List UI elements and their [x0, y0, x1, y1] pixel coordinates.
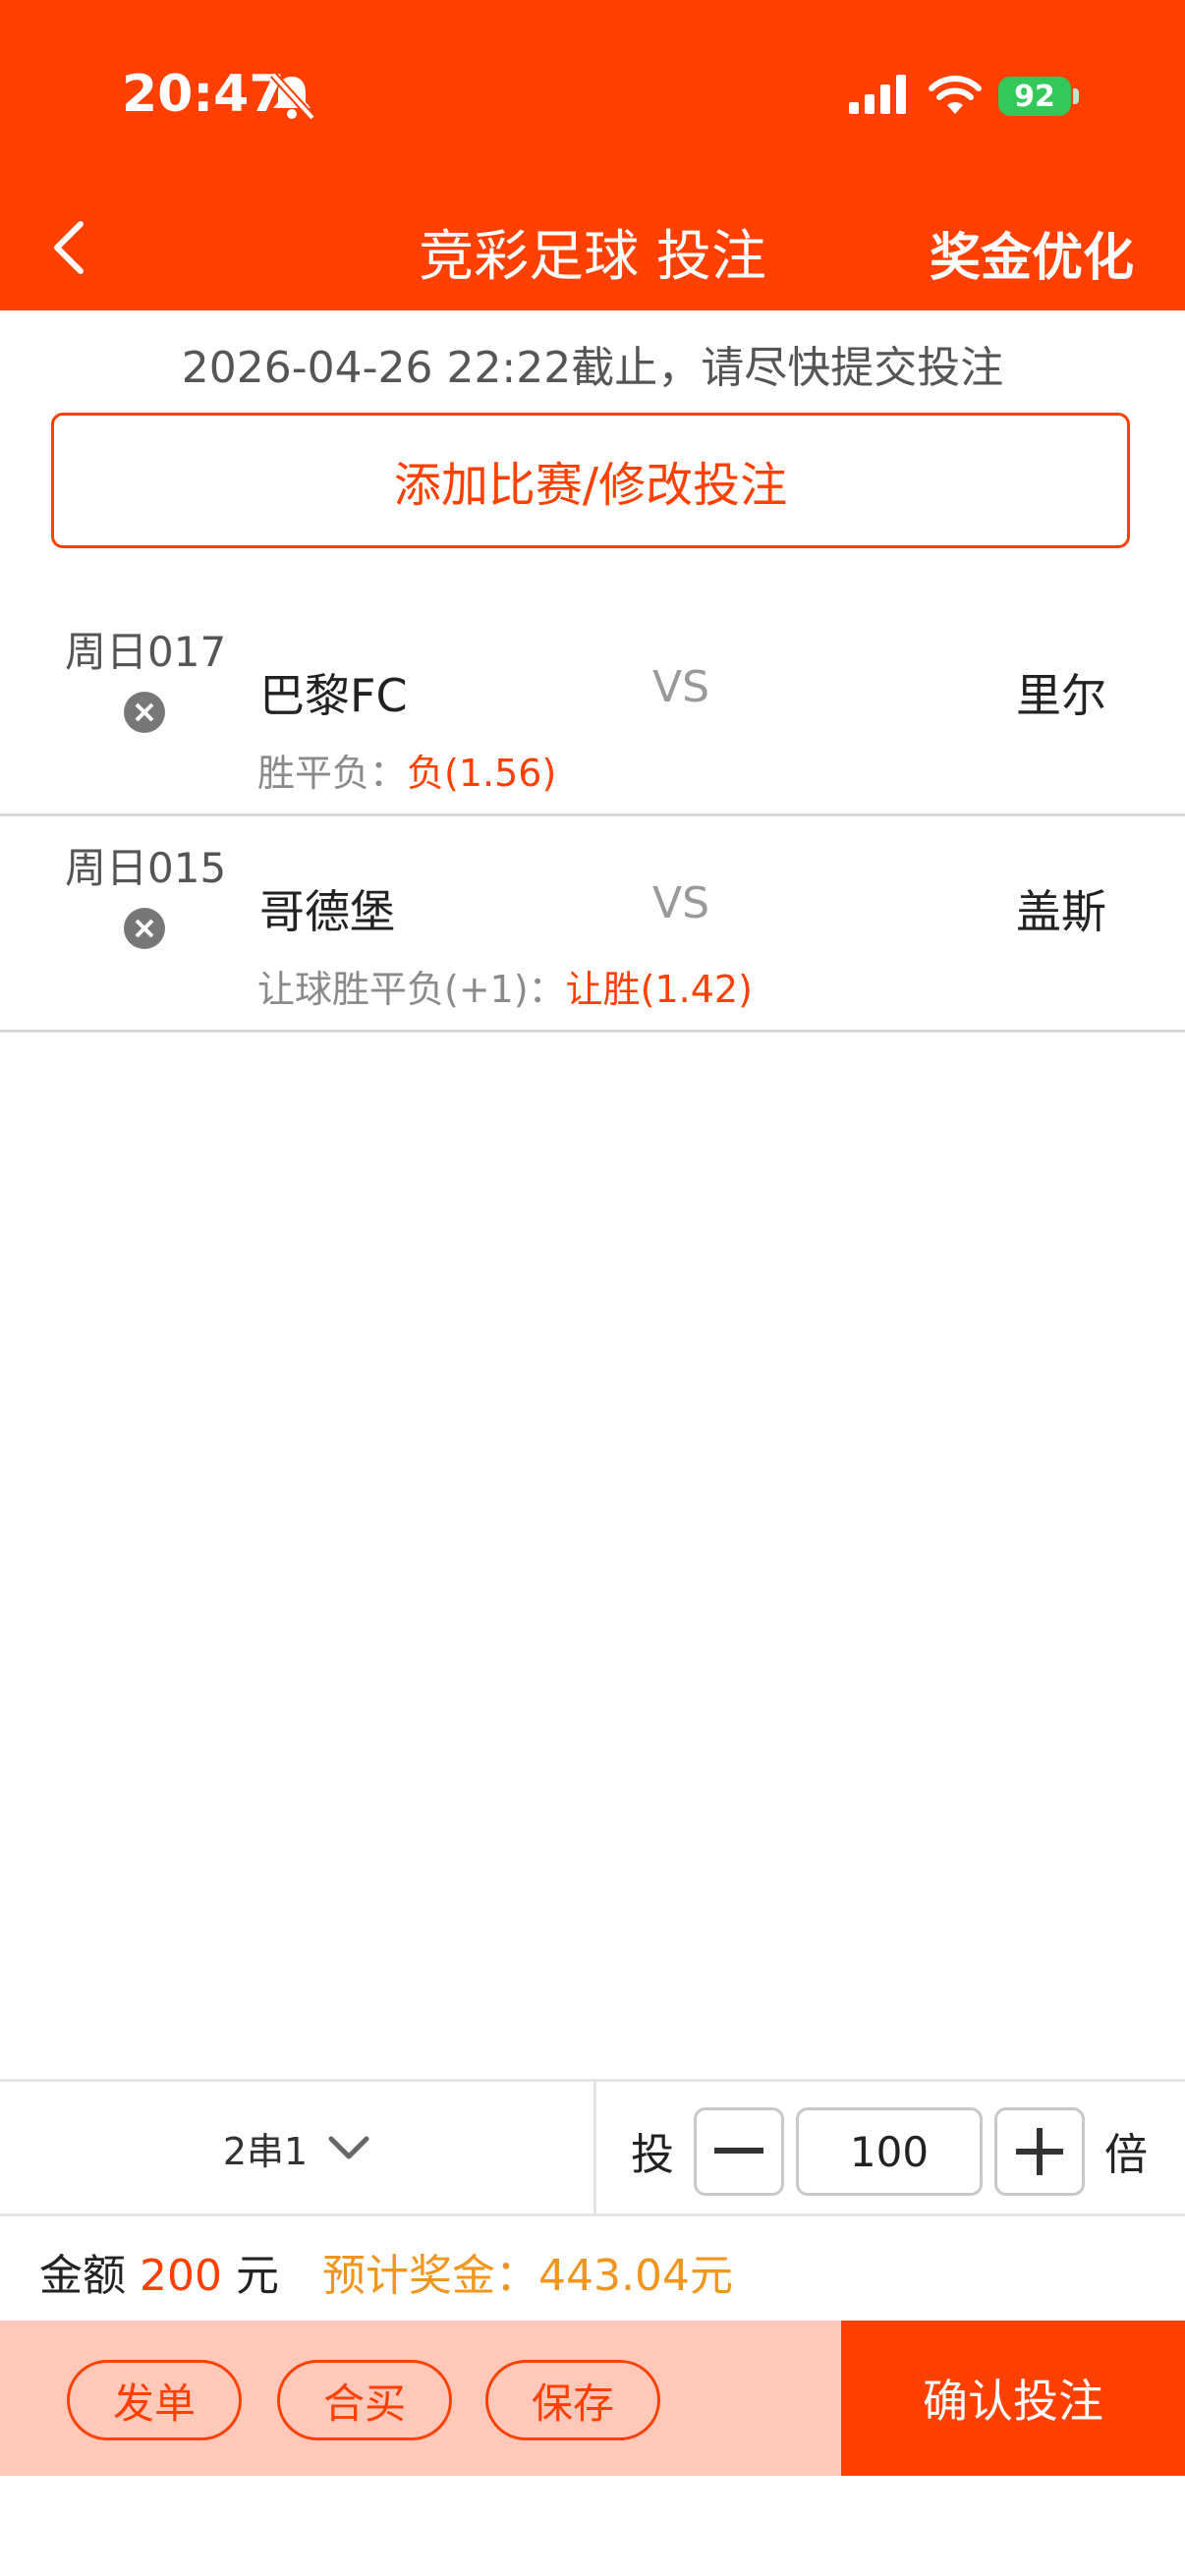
publish-button[interactable]: 发单 — [67, 2360, 242, 2440]
bell-muted-icon — [270, 72, 315, 121]
save-button[interactable]: 保存 — [485, 2360, 660, 2440]
group-buy-button[interactable]: 合买 — [277, 2360, 452, 2440]
play-type-label: 胜平负： — [257, 752, 408, 795]
multiplier-suffix: 倍 — [1104, 2130, 1148, 2180]
page-title-text: 竞彩足球 投注 — [419, 225, 766, 289]
away-team: 里尔 — [1016, 669, 1106, 722]
status-time: 20:47 — [122, 65, 285, 124]
play-type: 胜平负：负(1.56) — [257, 743, 556, 797]
remove-match-icon[interactable] — [124, 908, 165, 949]
match-code: 周日017 — [65, 628, 227, 676]
bet-summary: 金额 200 元 预计奖金：443.04元 — [39, 2240, 733, 2303]
home-team: 巴黎FC — [259, 669, 408, 722]
bonus-optimize-button[interactable]: 奖金优化 — [930, 216, 1134, 290]
amount-currency: 元 — [235, 2251, 279, 2301]
cellular-signal-icon — [849, 75, 906, 114]
deadline-notice: 2026-04-26 22:22截止，请尽快提交投注 — [181, 343, 1004, 393]
battery-tip — [1073, 88, 1079, 104]
match-row: 周日017 巴黎FC VS 里尔 胜平负：负(1.56) — [0, 599, 1185, 816]
multiplier-input[interactable] — [796, 2107, 983, 2196]
amount-label: 金额 — [39, 2251, 126, 2301]
bet-settings-bar: 2串1 投 倍 — [0, 2079, 1185, 2216]
pass-type-value: 2串1 — [222, 2129, 309, 2173]
plus-icon — [1016, 2128, 1063, 2175]
match-row: 周日015 哥德堡 VS 盖斯 让球胜平负(+1)：让胜(1.42) — [0, 815, 1185, 1033]
remove-match-icon[interactable] — [124, 692, 165, 733]
away-team: 盖斯 — [1016, 885, 1106, 938]
multiplier-prefix: 投 — [631, 2130, 674, 2180]
header: 20:47 92 竞彩足球 投注 奖金优化 — [0, 0, 1185, 310]
play-type: 让球胜平负(+1)：让胜(1.42) — [257, 959, 753, 1013]
pass-type-selector[interactable]: 2串1 — [0, 2082, 596, 2213]
battery-level: 92 — [1014, 79, 1055, 114]
play-type-label: 让球胜平负(+1)： — [257, 968, 566, 1011]
increase-multiplier-button[interactable] — [994, 2107, 1085, 2196]
estimated-prize: 预计奖金：443.04元 — [321, 2251, 733, 2301]
wifi-icon — [929, 76, 982, 114]
vs-label: VS — [652, 878, 710, 928]
match-code: 周日015 — [65, 844, 227, 892]
home-team: 哥德堡 — [259, 885, 395, 938]
chevron-down-icon — [328, 2136, 369, 2159]
minus-icon — [714, 2148, 763, 2154]
vs-label: VS — [652, 662, 710, 712]
selected-pick: 让胜(1.42) — [565, 968, 753, 1011]
decrease-multiplier-button[interactable] — [694, 2107, 784, 2196]
amount-value: 200 — [140, 2251, 222, 2301]
battery-indicator: 92 — [998, 77, 1071, 116]
selected-pick: 负(1.56) — [407, 752, 557, 795]
add-match-button[interactable]: 添加比赛/修改投注 — [51, 413, 1130, 548]
confirm-bet-button[interactable]: 确认投注 — [841, 2321, 1185, 2476]
action-bar: 发单 合买 保存 — [0, 2321, 841, 2476]
